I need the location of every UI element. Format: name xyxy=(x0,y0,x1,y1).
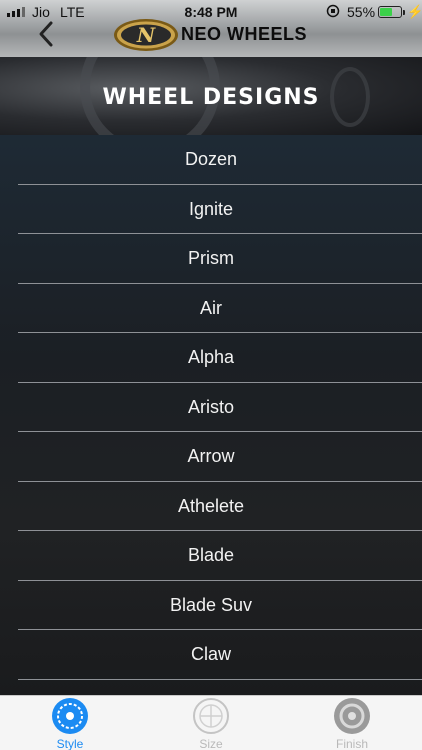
tab-bar: Style Size Finish xyxy=(0,695,422,750)
wheel-icon xyxy=(52,698,88,734)
svg-text:N: N xyxy=(136,23,156,47)
neo-wheels-logo: N xyxy=(114,19,178,51)
page-title: WHEEL DESIGNS xyxy=(102,85,320,110)
charging-icon: ⚡ xyxy=(407,4,422,19)
list-item[interactable]: Blade xyxy=(0,531,422,581)
list-item[interactable]: Athelete xyxy=(0,482,422,532)
wheel-filled-icon xyxy=(334,698,370,734)
battery-icon xyxy=(378,6,405,18)
tab-size[interactable]: Size xyxy=(166,696,256,750)
tab-style-label: Style xyxy=(56,737,84,750)
list-item[interactable]: Blade Suv xyxy=(0,581,422,631)
chevron-left-icon[interactable] xyxy=(36,20,56,48)
banner: WHEEL DESIGNS xyxy=(0,57,422,135)
tab-size-label: Size xyxy=(199,737,223,750)
wheel-outline-icon xyxy=(193,698,229,734)
orientation-lock-icon xyxy=(326,4,340,18)
list-item[interactable]: Crane xyxy=(0,680,422,695)
list-item[interactable]: Dozen xyxy=(0,135,422,185)
list-item[interactable]: Arrow xyxy=(0,432,422,482)
battery-percent: 55% xyxy=(347,4,376,20)
design-list[interactable]: Dozen Ignite Prism Air Alpha Aristo Arro… xyxy=(0,135,422,695)
list-item[interactable]: Prism xyxy=(0,234,422,284)
list-item[interactable]: Air xyxy=(0,284,422,334)
status-bar: Jio LTE 8:48 PM 55% ⚡ xyxy=(0,0,422,24)
list-item[interactable]: Claw xyxy=(0,630,422,680)
tab-finish-label: Finish xyxy=(335,737,368,750)
top-bar: Jio LTE 8:48 PM 55% ⚡ N NEO WHEELS xyxy=(0,0,422,57)
tab-style[interactable]: Style xyxy=(25,696,115,750)
brand-name: NEO WHEELS xyxy=(181,24,308,44)
list-item[interactable]: Ignite xyxy=(0,185,422,235)
list-item[interactable]: Alpha xyxy=(0,333,422,383)
list-item[interactable]: Aristo xyxy=(0,383,422,433)
tab-finish[interactable]: Finish xyxy=(307,696,397,750)
